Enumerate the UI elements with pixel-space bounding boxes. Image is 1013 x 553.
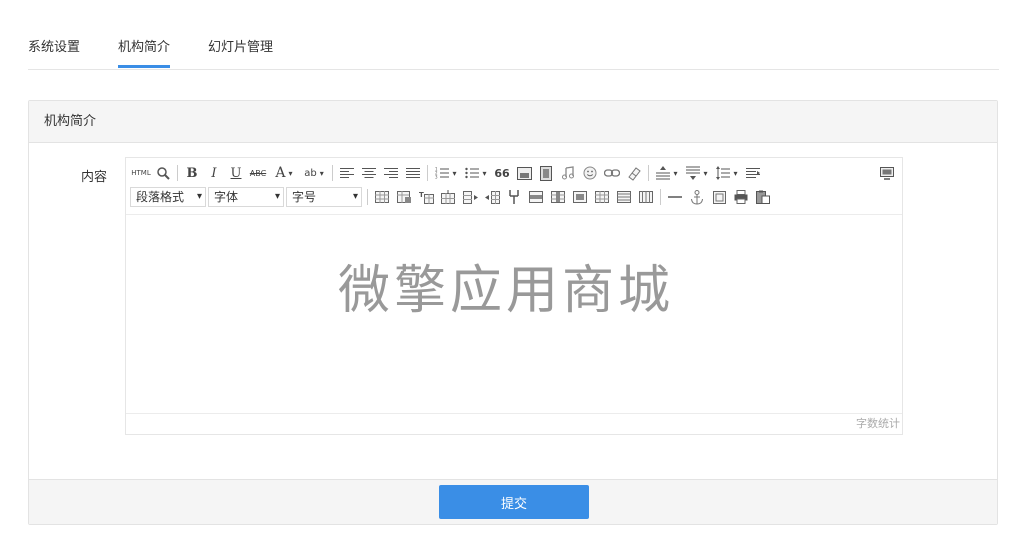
font-family-select[interactable]: 字体: [208, 187, 284, 207]
preview-icon[interactable]: [152, 163, 174, 183]
separator: [427, 165, 428, 181]
merge-down-icon[interactable]: [503, 187, 525, 207]
align-right-icon[interactable]: [380, 163, 402, 183]
tab-organization-intro[interactable]: 机构简介: [118, 36, 171, 68]
background-color-label: ab: [304, 167, 317, 179]
unordered-list-icon[interactable]: ▾: [461, 163, 491, 183]
music-icon[interactable]: [557, 163, 579, 183]
table-properties-icon[interactable]: [393, 187, 415, 207]
editor-content-area[interactable]: 微擎应用商城: [126, 214, 902, 414]
ordered-list-icon[interactable]: 1 2 3 ▾: [431, 163, 461, 183]
background-color-button[interactable]: ab ▾: [299, 163, 329, 183]
separator: [332, 165, 333, 181]
auto-typeset-icon[interactable]: [742, 163, 764, 183]
insert-column-before-icon[interactable]: [481, 187, 503, 207]
delete-row-icon[interactable]: [525, 187, 547, 207]
separator: [648, 165, 649, 181]
font-size-select[interactable]: 字号: [286, 187, 362, 207]
insert-table-icon[interactable]: [371, 187, 393, 207]
panel-title: 机构简介: [29, 101, 997, 143]
insert-column-icon[interactable]: [459, 187, 481, 207]
separator: [367, 189, 368, 205]
paragraph-spacing-top-icon[interactable]: ▾: [652, 163, 682, 183]
video-icon[interactable]: [535, 163, 557, 183]
watermark-text: 微擎应用商城: [338, 261, 675, 321]
merge-cells-icon[interactable]: [569, 187, 591, 207]
merge-right-icon[interactable]: [591, 187, 613, 207]
align-center-icon[interactable]: [358, 163, 380, 183]
insert-frame-icon[interactable]: [708, 187, 730, 207]
rich-text-editor: HTML B I U ABC A ▾ ab ▾ 1 2 3 ▾ ▾ 66 ▾ ▾…: [125, 157, 903, 435]
insert-title-row-icon[interactable]: T: [415, 187, 437, 207]
separator: [660, 189, 661, 205]
paste-plain-icon[interactable]: [752, 187, 774, 207]
image-icon[interactable]: [513, 163, 535, 183]
toolbar-row-1: HTML B I U ABC A ▾ ab ▾ 1 2 3 ▾ ▾ 66 ▾ ▾…: [130, 162, 764, 184]
svg-text:T: T: [419, 191, 424, 199]
font-color-button[interactable]: A ▾: [269, 163, 299, 183]
separator: [177, 165, 178, 181]
font-color-label: A: [275, 165, 286, 181]
word-count-status: 字数统计: [126, 413, 902, 434]
panel-footer: 提交: [29, 479, 997, 524]
tab-slideshow-management[interactable]: 幻灯片管理: [208, 36, 273, 55]
print-icon[interactable]: [730, 187, 752, 207]
source-html-button[interactable]: HTML: [130, 163, 152, 183]
strikethrough-button[interactable]: ABC: [247, 163, 269, 183]
content-label: 内容: [81, 170, 108, 185]
svg-text:3: 3: [435, 175, 438, 180]
chevron-down-icon: ▾: [288, 168, 293, 178]
paragraph-spacing-bottom-icon[interactable]: ▾: [682, 163, 712, 183]
emoticon-icon[interactable]: [579, 163, 601, 183]
tab-system-settings[interactable]: 系统设置: [28, 36, 80, 55]
bold-button[interactable]: B: [181, 163, 203, 183]
paragraph-format-select[interactable]: 段落格式: [130, 187, 206, 207]
italic-button[interactable]: I: [203, 163, 225, 183]
insert-row-icon[interactable]: [437, 187, 459, 207]
align-justify-icon[interactable]: [402, 163, 424, 183]
delete-column-icon[interactable]: [547, 187, 569, 207]
tab-bar: 系统设置 机构简介 幻灯片管理: [28, 24, 999, 70]
editor-toolbar: HTML B I U ABC A ▾ ab ▾ 1 2 3 ▾ ▾ 66 ▾ ▾…: [126, 158, 902, 215]
link-icon[interactable]: [601, 163, 623, 183]
toolbar-row-2: 段落格式 字体 字号 T: [130, 186, 774, 208]
split-to-cols-icon[interactable]: [635, 187, 657, 207]
eraser-icon[interactable]: [623, 163, 645, 183]
underline-button[interactable]: U: [225, 163, 247, 183]
split-to-rows-icon[interactable]: [613, 187, 635, 207]
anchor-icon[interactable]: [686, 187, 708, 207]
blockquote-button[interactable]: 66: [491, 163, 513, 183]
horizontal-rule-icon[interactable]: [664, 187, 686, 207]
submit-button[interactable]: 提交: [439, 485, 589, 519]
line-height-icon[interactable]: ▾: [712, 163, 742, 183]
chevron-down-icon: ▾: [319, 168, 324, 178]
fullscreen-icon[interactable]: [876, 163, 898, 183]
intro-panel: 机构简介 内容 HTML B I U ABC A ▾ ab ▾ 1 2 3 ▾ …: [28, 100, 998, 525]
align-left-icon[interactable]: [336, 163, 358, 183]
